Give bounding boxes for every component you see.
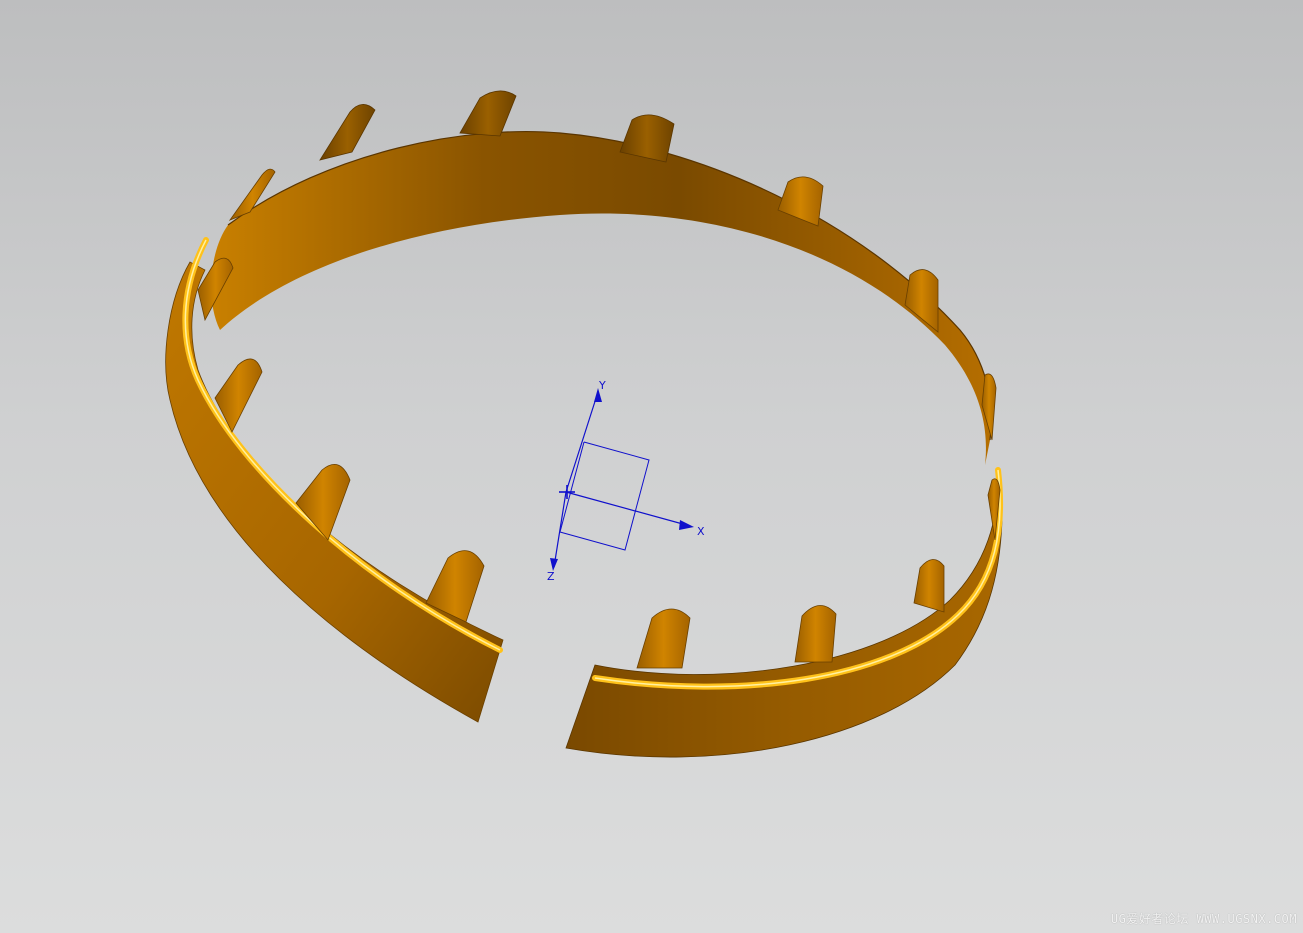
- forum-watermark: UG爱好者论坛 WWW.UGSNX.COM: [1110, 912, 1297, 926]
- z-axis-line: [553, 491, 567, 568]
- graphics-viewport[interactable]: Y X Z UG爱好者论坛 WWW.UGSNX.COM: [0, 0, 1303, 933]
- x-axis-arrow-icon: [679, 520, 694, 530]
- ring-front-right-segment[interactable]: [565, 467, 1004, 758]
- wcs-triad[interactable]: Y X Z: [547, 379, 705, 583]
- x-axis-label: X: [697, 525, 705, 538]
- ring-back-band[interactable]: [211, 130, 992, 465]
- y-axis-label: Y: [598, 379, 606, 392]
- y-axis-line: [565, 391, 599, 493]
- x-axis-line: [565, 491, 691, 527]
- z-axis-label: Z: [547, 570, 555, 583]
- datum-plane-square: [559, 441, 650, 551]
- model-scene[interactable]: Y X Z: [0, 0, 1303, 933]
